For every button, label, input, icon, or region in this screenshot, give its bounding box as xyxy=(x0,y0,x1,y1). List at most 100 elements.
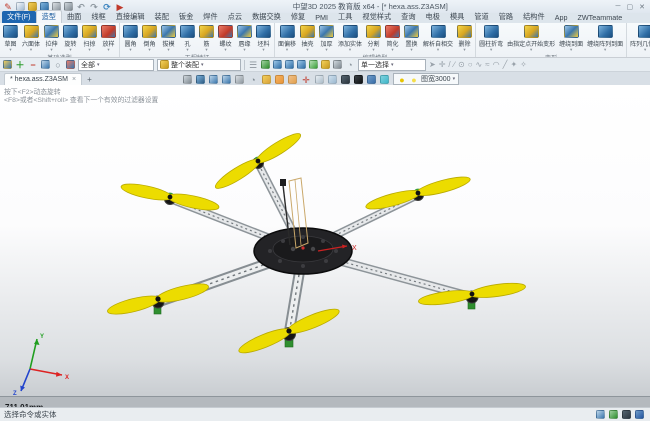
close-tab-icon[interactable]: × xyxy=(72,76,76,83)
thicken-button[interactable]: 加厚▾ xyxy=(318,24,335,52)
chevron-down-icon[interactable]: ▾ xyxy=(453,76,456,82)
chevron-down-icon[interactable]: ▾ xyxy=(201,62,204,68)
pick-region-icon[interactable] xyxy=(261,60,270,69)
status-grid-icon[interactable] xyxy=(596,410,605,419)
pick-curve-icon[interactable]: ∿ xyxy=(476,60,483,70)
view-cube-icon[interactable] xyxy=(196,75,205,84)
menu-tab[interactable]: 工具 xyxy=(333,11,357,23)
sweep-button[interactable]: 扫掠▾ xyxy=(81,24,98,52)
revolve-button[interactable]: 旋转▾ xyxy=(62,24,79,52)
view-width-box[interactable]: ●●图宽3000▾ xyxy=(393,73,459,85)
pick-arc-icon[interactable]: ○ xyxy=(468,60,473,70)
entity-manager-icon[interactable] xyxy=(3,60,12,69)
pattern-geometry-button[interactable]: 阵列几何体▾ xyxy=(629,24,650,52)
pick-scope-combo[interactable]: 整个装配▾ xyxy=(157,59,241,71)
new-file-icon[interactable] xyxy=(16,2,25,11)
search-scope-combo[interactable]: 全部▾ xyxy=(78,59,154,71)
black-screen-icon[interactable] xyxy=(354,75,363,84)
pick-edge-icon[interactable]: ∕ xyxy=(454,60,455,70)
document-tab[interactable]: * hexa.ass.Z3ASM × xyxy=(4,73,82,85)
menu-tab[interactable]: 造型 xyxy=(36,10,62,23)
cylindrical-bend-button[interactable]: 圆柱折弯▾ xyxy=(478,24,504,52)
draft-button[interactable]: 拔模▾ xyxy=(160,24,177,52)
bulb-on-icon[interactable]: ● xyxy=(397,75,407,84)
bulb-yellow-icon[interactable]: ● xyxy=(409,75,419,84)
chamfer-button[interactable]: 倒角▾ xyxy=(141,24,158,52)
menu-tab[interactable]: App xyxy=(550,12,573,23)
center-plate[interactable] xyxy=(254,228,352,274)
loft-button[interactable]: 放样▾ xyxy=(100,24,117,52)
pick-component-icon[interactable]: ✧ xyxy=(520,60,527,70)
orange-sphere-icon[interactable] xyxy=(275,75,284,84)
menu-tab[interactable]: 装配 xyxy=(150,11,174,23)
window-pick-icon[interactable] xyxy=(41,60,50,69)
menu-tab[interactable]: 线框 xyxy=(86,11,110,23)
chevron-down-icon[interactable]: ▾ xyxy=(97,62,100,68)
shell-button[interactable]: 抽壳▾ xyxy=(299,24,316,52)
play-icon[interactable]: ▶ xyxy=(115,2,125,11)
menu-tab[interactable]: 点云 xyxy=(223,11,247,23)
menu-tab[interactable]: 管路 xyxy=(494,11,518,23)
window-split-icon[interactable] xyxy=(328,75,337,84)
window-frame-icon[interactable] xyxy=(315,75,324,84)
pick-line-icon[interactable]: / xyxy=(448,60,450,70)
folder-open-icon[interactable] xyxy=(321,60,330,69)
datum-insert-icon[interactable] xyxy=(309,60,318,69)
menu-tab[interactable]: 修复 xyxy=(286,11,310,23)
orange-box-icon[interactable] xyxy=(288,75,297,84)
zoom-fit-icon[interactable] xyxy=(209,75,218,84)
circle-pick-icon[interactable]: ○ xyxy=(53,60,63,69)
propeller-top[interactable] xyxy=(212,129,303,192)
deform-by-point-button[interactable]: 由指定点开始变形▾ xyxy=(506,24,556,52)
menu-tab[interactable]: ZWTeammate xyxy=(572,12,627,23)
menu-tab[interactable]: 管道 xyxy=(469,11,493,23)
resolve-self-intersection-button[interactable]: 解析自相交▾ xyxy=(422,24,454,52)
pick-axis-icon[interactable]: ✛ xyxy=(439,60,446,70)
pick-shape-icon[interactable]: ✦ xyxy=(510,60,517,70)
propeller-upper-right[interactable] xyxy=(364,173,471,213)
monitor-icon[interactable] xyxy=(341,75,350,84)
replace-button[interactable]: 置换▾ xyxy=(403,24,420,52)
status-layer-icon[interactable] xyxy=(609,410,618,419)
simplify-button[interactable]: 简化▾ xyxy=(384,24,401,52)
redo-icon[interactable]: ↷ xyxy=(89,2,99,11)
menu-tab[interactable]: 钣金 xyxy=(174,11,198,23)
maximize-icon[interactable]: ▢ xyxy=(627,3,634,11)
new-tab-button[interactable]: + xyxy=(82,74,97,85)
pan-icon[interactable] xyxy=(235,75,244,84)
menu-tab[interactable]: 直接编辑 xyxy=(111,11,150,23)
wrap-pattern-to-face-button[interactable]: 缠绕阵列到面▾ xyxy=(586,24,624,52)
eye-display-icon[interactable] xyxy=(380,75,389,84)
remove-pick-icon[interactable]: − xyxy=(28,60,38,69)
list-filter-icon[interactable]: ☰ xyxy=(248,60,258,69)
delete-button[interactable]: 删除▾ xyxy=(456,24,473,52)
menu-tab[interactable]: 文件(F) xyxy=(2,11,36,23)
close-icon[interactable]: ✕ xyxy=(639,3,645,11)
minimize-icon[interactable]: ─ xyxy=(616,3,621,11)
menu-tab[interactable]: 电极 xyxy=(421,11,445,23)
menu-tab[interactable]: 查询 xyxy=(396,11,420,23)
pick-face-icon[interactable]: ◠ xyxy=(493,60,500,70)
blue-screen-icon[interactable] xyxy=(367,75,376,84)
view-restore-icon[interactable] xyxy=(183,75,192,84)
add-pick-icon[interactable]: ＋ xyxy=(15,60,25,69)
pick-mode-combo[interactable]: 单一选择▾ xyxy=(358,59,426,71)
history-icon[interactable]: ◔ xyxy=(345,60,355,69)
propeller-upper-left[interactable] xyxy=(120,181,220,214)
menu-tab[interactable]: 数据交换 xyxy=(247,11,286,23)
rotate-view-icon[interactable]: ◔ xyxy=(248,75,258,84)
thread-button[interactable]: 螺纹▾ xyxy=(217,24,234,52)
add-body-button[interactable]: 添加实体▾ xyxy=(337,24,363,52)
menu-tab[interactable]: 结构件 xyxy=(518,11,550,23)
rib-button[interactable]: 筋▾ xyxy=(198,24,215,52)
lip-button[interactable]: 唇缘▾ xyxy=(236,24,253,52)
crosshair-icon[interactable]: ✛ xyxy=(301,75,311,84)
menu-tab[interactable]: 焊件 xyxy=(198,11,222,23)
plane-xy-icon[interactable] xyxy=(273,60,282,69)
3d-model-hexacopter[interactable]: X xyxy=(0,85,650,396)
extrude-button[interactable]: 拉伸▾ xyxy=(43,24,60,52)
undo-icon[interactable]: ↶ xyxy=(76,2,86,11)
status-monitor-icon[interactable] xyxy=(622,410,631,419)
split-button[interactable]: 分割▾ xyxy=(365,24,382,52)
print-preview-icon[interactable] xyxy=(64,2,73,11)
